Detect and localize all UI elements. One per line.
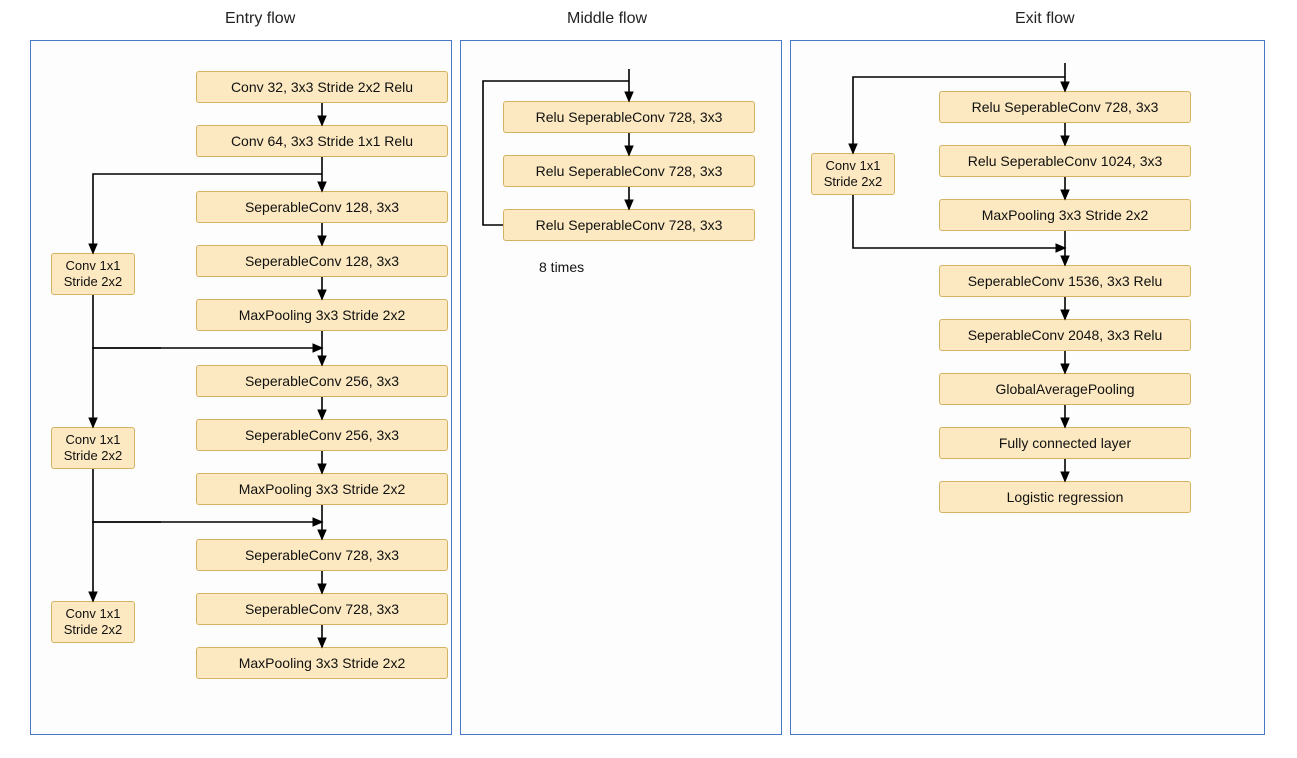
entry-block-5: MaxPooling 3x3 Stride 2x2 (196, 299, 448, 331)
middle-title: Middle flow (567, 10, 647, 28)
entry-block-7: SeperableConv 256, 3x3 (196, 419, 448, 451)
exit-block-5: SeperableConv 2048, 3x3 Relu (939, 319, 1191, 351)
middle-note: 8 times (539, 259, 584, 275)
middle-block-1: Relu SeperableConv 728, 3x3 (503, 101, 755, 133)
entry-title: Entry flow (225, 10, 295, 28)
entry-block-11: MaxPooling 3x3 Stride 2x2 (196, 647, 448, 679)
exit-block-3: MaxPooling 3x3 Stride 2x2 (939, 199, 1191, 231)
middle-block-3: Relu SeperableConv 728, 3x3 (503, 209, 755, 241)
entry-panel: Conv 32, 3x3 Stride 2x2 Relu Conv 64, 3x… (30, 40, 452, 735)
middle-block-2: Relu SeperableConv 728, 3x3 (503, 155, 755, 187)
exit-block-8: Logistic regression (939, 481, 1191, 513)
exit-block-4: SeperableConv 1536, 3x3 Relu (939, 265, 1191, 297)
middle-panel: Relu SeperableConv 728, 3x3 Relu Seperab… (460, 40, 782, 735)
entry-block-1: Conv 32, 3x3 Stride 2x2 Relu (196, 71, 448, 103)
exit-title: Exit flow (1015, 10, 1075, 28)
entry-block-3: SeperableConv 128, 3x3 (196, 191, 448, 223)
entry-block-2: Conv 64, 3x3 Stride 1x1 Relu (196, 125, 448, 157)
entry-block-4: SeperableConv 128, 3x3 (196, 245, 448, 277)
entry-block-10: SeperableConv 728, 3x3 (196, 593, 448, 625)
entry-block-6: SeperableConv 256, 3x3 (196, 365, 448, 397)
exit-panel: Relu SeperableConv 728, 3x3 Relu Seperab… (790, 40, 1265, 735)
exit-block-6: GlobalAveragePooling (939, 373, 1191, 405)
exit-side-1: Conv 1x1 Stride 2x2 (811, 153, 895, 195)
exit-block-1: Relu SeperableConv 728, 3x3 (939, 91, 1191, 123)
entry-side-1: Conv 1x1 Stride 2x2 (51, 253, 135, 295)
entry-side-3: Conv 1x1 Stride 2x2 (51, 601, 135, 643)
entry-block-9: SeperableConv 728, 3x3 (196, 539, 448, 571)
exit-block-2: Relu SeperableConv 1024, 3x3 (939, 145, 1191, 177)
entry-side-2: Conv 1x1 Stride 2x2 (51, 427, 135, 469)
diagram-root: Entry flow Middle flow Exit flow Conv 32… (0, 0, 1297, 758)
entry-block-8: MaxPooling 3x3 Stride 2x2 (196, 473, 448, 505)
exit-block-7: Fully connected layer (939, 427, 1191, 459)
middle-arrows (461, 41, 783, 736)
